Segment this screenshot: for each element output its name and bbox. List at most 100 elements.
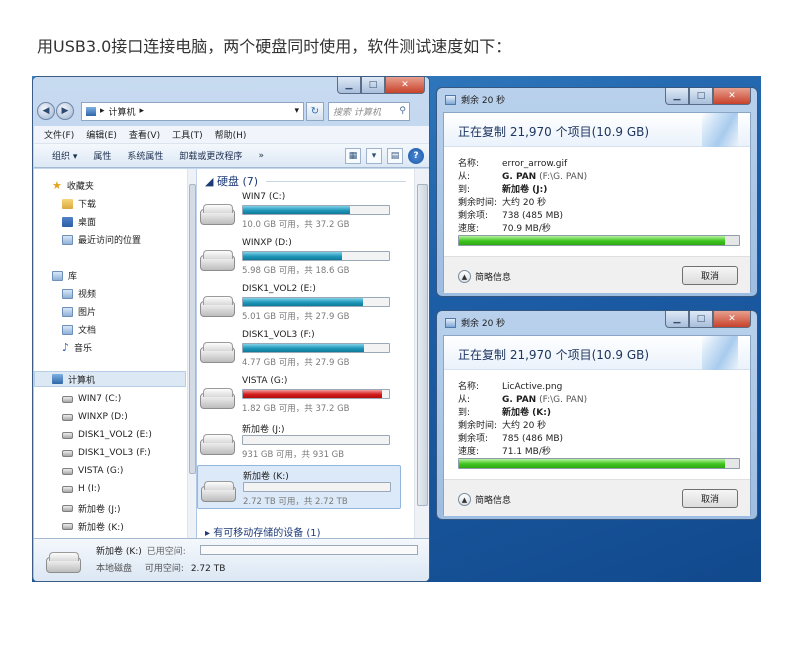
refresh-button[interactable]: ↻ xyxy=(306,101,324,121)
nav-item-drive-c[interactable]: WIN7 (C:) xyxy=(62,394,121,404)
drive-usage-bar xyxy=(242,251,390,261)
system-properties-button[interactable]: 系统属性 xyxy=(127,149,163,162)
source-link[interactable]: G. PAN xyxy=(502,172,536,182)
details-free-label: 可用空间: xyxy=(144,564,184,574)
menu-file[interactable]: 文件(F) xyxy=(44,128,74,141)
drive-tile-f[interactable]: DISK1_VOL3 (F:) 4.77 GB 可用，共 27.9 GB xyxy=(197,327,401,371)
row-value[interactable]: G. PAN (F:\G. PAN) xyxy=(502,395,587,405)
nav-item-recent-places[interactable]: 最近访问的位置 xyxy=(62,233,141,246)
drive-name: 新加卷 (K:) xyxy=(243,472,289,482)
hard-disk-icon xyxy=(200,296,235,317)
command-bar: 组织 ▾ 属性 系统属性 卸载或更改程序 » ▦ ▾ ▤ ? xyxy=(34,144,429,168)
row-key: 从: xyxy=(458,395,471,405)
row-value[interactable]: G. PAN (F:\G. PAN) xyxy=(502,172,587,182)
back-button[interactable]: ◀ xyxy=(37,102,55,120)
drive-icon xyxy=(62,523,73,530)
nav-favorites[interactable]: ★ 收藏夹 xyxy=(52,179,94,193)
pictures-library-icon xyxy=(62,306,73,317)
nav-item-drive-f[interactable]: DISK1_VOL3 (F:) xyxy=(62,448,151,458)
cancel-button[interactable]: 取消 xyxy=(682,489,738,508)
nav-item-videos[interactable]: 视频 xyxy=(62,287,96,300)
address-dropdown-icon[interactable]: ▾ xyxy=(294,106,299,116)
uninstall-program-button[interactable]: 卸载或更改程序 xyxy=(179,149,242,162)
change-view-icon[interactable]: ▦ xyxy=(345,148,361,164)
breadcrumb-computer[interactable]: 计算机 xyxy=(109,105,136,118)
preview-pane-icon[interactable]: ▤ xyxy=(387,148,403,164)
nav-computer[interactable]: 计算机 xyxy=(34,371,186,387)
destination-link[interactable]: 新加卷 (J:) xyxy=(502,185,547,195)
properties-button[interactable]: 属性 xyxy=(93,149,111,162)
nav-item-downloads[interactable]: 下载 xyxy=(62,197,96,210)
row-speed: 速度: 71.1 MB/秒 xyxy=(458,444,551,457)
row-items-left: 剩余项: 785 (486 MB) xyxy=(458,431,563,444)
menu-view[interactable]: 查看(V) xyxy=(129,128,160,141)
drive-usage-fill xyxy=(243,390,382,398)
nav-item-drive-j[interactable]: 新加卷 (J:) xyxy=(62,502,121,515)
close-button[interactable]: ✕ xyxy=(713,311,751,328)
dialog-title-bar: 剩余 20 秒 xyxy=(445,316,505,329)
drive-free-space: 1.82 GB 可用，共 37.2 GB xyxy=(242,404,350,414)
source-link[interactable]: G. PAN xyxy=(502,395,536,405)
nav-item-pictures[interactable]: 图片 xyxy=(62,305,96,318)
search-placeholder: 搜索 计算机 xyxy=(333,107,381,118)
content-scrollbar[interactable] xyxy=(414,169,429,538)
nav-item-desktop[interactable]: 桌面 xyxy=(62,215,96,228)
drive-icon xyxy=(62,485,73,493)
view-dropdown-icon[interactable]: ▾ xyxy=(366,148,382,164)
nav-item-drive-e[interactable]: DISK1_VOL2 (E:) xyxy=(62,430,152,440)
drive-name: VISTA (G:) xyxy=(242,376,288,386)
scrollbar-thumb[interactable] xyxy=(417,184,428,506)
row-key: 速度: xyxy=(458,224,480,234)
nav-item-drive-g[interactable]: VISTA (G:) xyxy=(62,466,123,476)
help-icon[interactable]: ? xyxy=(408,148,424,164)
drive-tile-e[interactable]: DISK1_VOL2 (E:) 5.01 GB 可用，共 27.9 GB xyxy=(197,281,401,325)
minimize-button[interactable]: ▁ xyxy=(665,311,689,328)
row-value: 70.9 MB/秒 xyxy=(502,224,551,234)
more-commands-button[interactable]: » xyxy=(258,151,264,161)
nav-item-documents[interactable]: 文档 xyxy=(62,323,96,336)
computer-icon xyxy=(86,106,96,116)
nav-libraries[interactable]: 库 xyxy=(52,269,77,282)
menu-help[interactable]: 帮助(H) xyxy=(215,128,247,141)
navigation-scrollbar[interactable] xyxy=(187,169,196,538)
maximize-button[interactable]: □ xyxy=(689,88,713,105)
row-value: LicActive.png xyxy=(502,382,563,392)
search-input[interactable]: 搜索 计算机 ⚲ xyxy=(328,101,410,121)
row-value: error_arrow.gif xyxy=(502,159,568,169)
maximize-button[interactable]: □ xyxy=(361,77,385,94)
drive-icon xyxy=(62,505,73,512)
nav-item-music[interactable]: ♪ 音乐 xyxy=(62,341,92,355)
hard-disk-group-header[interactable]: ◢ 硬盘 (7) xyxy=(205,173,407,189)
nav-item-drive-d[interactable]: WINXP (D:) xyxy=(62,412,128,422)
nav-item-drive-k[interactable]: 新加卷 (K:) xyxy=(62,520,124,533)
copy-heading: 正在复制 21,970 个项目(10.9 GB) xyxy=(458,125,650,139)
fewer-details-toggle[interactable]: ▲ 简略信息 xyxy=(458,270,511,283)
removable-storage-group-header[interactable]: ▸ 有可移动存储的设备 (1) xyxy=(205,524,321,539)
close-button[interactable]: ✕ xyxy=(385,77,425,94)
maximize-button[interactable]: □ xyxy=(689,311,713,328)
close-button[interactable]: ✕ xyxy=(713,88,751,105)
destination-link[interactable]: 新加卷 (K:) xyxy=(502,408,551,418)
forward-button[interactable]: ▶ xyxy=(56,102,74,120)
drive-tile-c[interactable]: WIN7 (C:) 10.0 GB 可用，共 37.2 GB xyxy=(197,189,401,233)
cancel-button[interactable]: 取消 xyxy=(682,266,738,285)
drive-tile-d[interactable]: WINXP (D:) 5.98 GB 可用，共 18.6 GB xyxy=(197,235,401,279)
scrollbar-thumb[interactable] xyxy=(189,184,196,474)
nav-item-drive-i[interactable]: H (I:) xyxy=(62,484,100,494)
drive-free-space: 5.01 GB 可用，共 27.9 GB xyxy=(242,312,350,322)
address-bar[interactable]: ▸ 计算机 ▸ ▾ xyxy=(81,101,304,121)
drive-tile-g[interactable]: VISTA (G:) 1.82 GB 可用，共 37.2 GB xyxy=(197,373,401,417)
organize-button[interactable]: 组织 ▾ xyxy=(52,149,77,162)
chevron-up-icon: ▲ xyxy=(458,270,471,283)
dialog-header: 正在复制 21,970 个项目(10.9 GB) xyxy=(444,113,750,147)
drive-tile-k[interactable]: 新加卷 (K:) 2.72 TB 可用，共 2.72 TB xyxy=(197,465,401,509)
menu-tools[interactable]: 工具(T) xyxy=(172,128,203,141)
fewer-details-toggle[interactable]: ▲ 简略信息 xyxy=(458,493,511,506)
minimize-button[interactable]: ▁ xyxy=(337,77,361,94)
desktop: ▁ □ ✕ ◀ ▶ ▸ 计算机 ▸ ▾ ↻ 搜索 计算机 ⚲ 文件(F) 编辑(… xyxy=(32,76,761,582)
drive-tile-j[interactable]: 新加卷 (J:) 931 GB 可用，共 931 GB xyxy=(197,419,401,463)
row-key: 剩余时间: xyxy=(458,421,498,431)
menu-edit[interactable]: 编辑(E) xyxy=(86,128,117,141)
details-drive-name: 新加卷 (K:) 已用空间: xyxy=(96,544,186,557)
minimize-button[interactable]: ▁ xyxy=(665,88,689,105)
